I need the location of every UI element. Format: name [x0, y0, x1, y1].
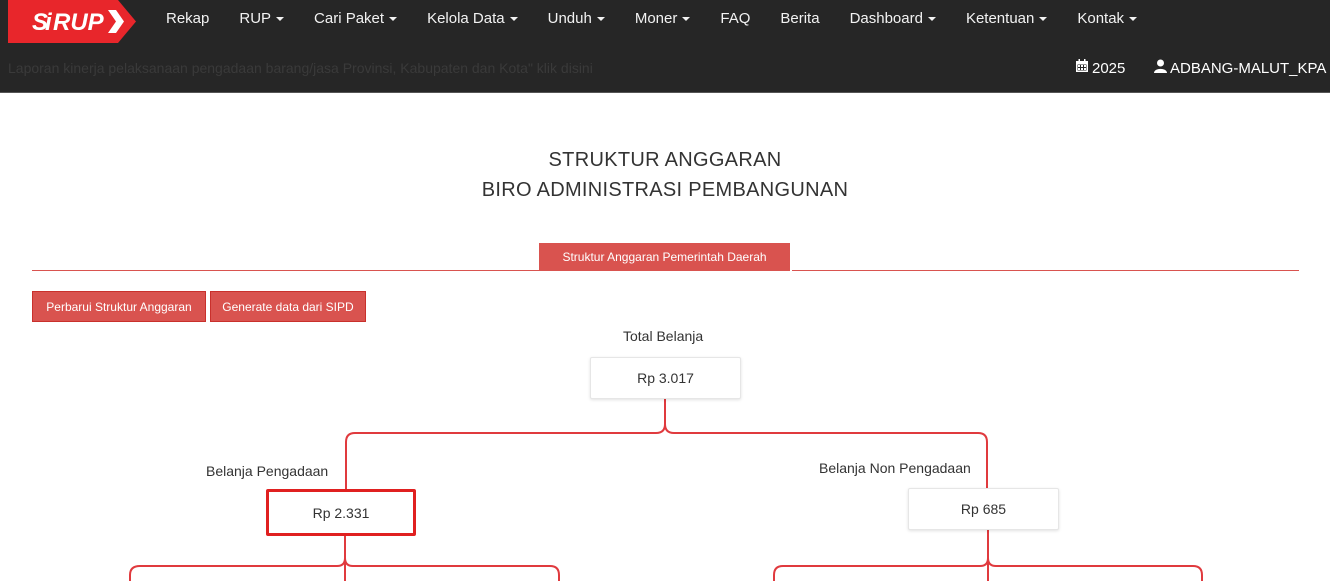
belanja-pengadaan-label: Belanja Pengadaan	[206, 463, 329, 479]
total-belanja-label: Total Belanja	[623, 328, 704, 344]
connector-right	[773, 530, 989, 581]
tree-connectors	[129, 399, 1203, 581]
belanja-pengadaan-node[interactable]: Rp 2.331	[266, 489, 416, 536]
connector-right-right	[987, 557, 1203, 581]
connector-left	[129, 535, 346, 581]
connector-left-right	[344, 557, 560, 581]
total-belanja-node[interactable]: Rp 3.017	[590, 357, 741, 399]
belanja-non-pengadaan-node[interactable]: Rp 685	[908, 488, 1059, 530]
belanja-non-pengadaan-label: Belanja Non Pengadaan	[819, 460, 971, 476]
connector-root	[345, 399, 666, 490]
connector-root-right	[664, 423, 988, 489]
